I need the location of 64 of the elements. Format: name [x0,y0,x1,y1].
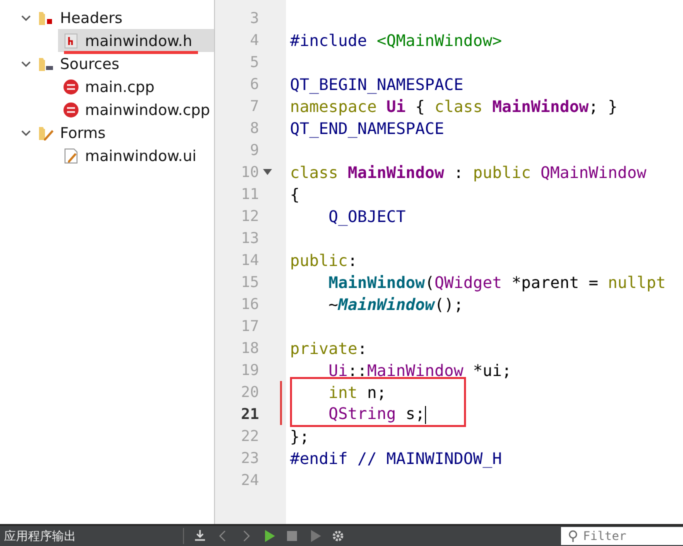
code-line: private: [290,338,368,358]
folder-label[interactable]: Headers [60,8,122,26]
folder-icon [38,10,54,26]
line-number: 24 [240,471,259,489]
line-number: 4 [248,31,259,49]
line-number: 12 [240,207,259,225]
line-number: 5 [248,53,259,71]
line-number: 22 [240,427,259,445]
line-number: 21 [240,405,259,423]
line-number: 13 [240,229,259,247]
folder-label[interactable]: Sources [60,54,120,72]
stop-icon[interactable] [285,529,299,543]
download-icon[interactable] [193,529,207,543]
text-cursor [424,406,426,424]
line-number: 6 [248,75,259,93]
code-line: { [290,184,300,204]
pane-title: 应用程序输出 [4,528,77,544]
line-number: 14 [240,251,259,269]
line-number: 19 [240,361,259,379]
code-line: namespace Ui { class MainWindow; } [290,96,618,116]
file-label: main.cpp [85,78,155,96]
file-label: mainwindow.cpp [85,100,210,118]
filter-field[interactable]: Filter [561,527,683,545]
code-line: class MainWindow : public QMainWindow [290,162,646,182]
line-number: 9 [248,141,259,159]
file-item[interactable]: mainwindow.cpp [0,98,214,121]
code-line: }; [290,426,310,446]
line-number: 10 [240,163,259,181]
line-number: 11 [240,185,259,203]
folder-label[interactable]: Forms [60,124,106,142]
folder-icon [38,56,54,72]
file-label: mainwindow.h [85,32,192,50]
file-item[interactable]: mainwindow.h [58,29,214,52]
line-number: 3 [248,9,259,27]
code-line: int n; [328,382,386,402]
folder-pencil-icon [38,124,54,140]
file-item[interactable]: mainwindow.ui [0,144,214,167]
line-number: 16 [240,295,259,313]
file-item[interactable]: main.cpp [0,75,214,98]
line-number: 7 [248,97,259,115]
code-line: Q_OBJECT [328,206,406,226]
line-number: 8 [248,119,259,137]
line-number: 23 [240,449,259,467]
play-icon[interactable] [262,529,276,543]
settings-icon[interactable] [331,529,345,543]
code-line: MainWindow(QWidget *parent = nullpt [328,272,666,292]
line-number: 18 [240,339,259,357]
code-line: public: [290,250,358,270]
code-line: #include <QMainWindow> [290,30,502,50]
file-label: mainwindow.ui [85,146,196,164]
ui-file-icon [63,148,79,164]
line-number: 15 [240,273,259,291]
search-icon [567,530,579,542]
fold-triangle-icon[interactable] [262,169,272,175]
code-line: ~MainWindow(); [328,294,464,314]
code-line: #endif // MAINWINDOW_H [290,448,502,468]
header-file-icon [63,32,79,48]
line-number: 20 [240,383,259,401]
cpp-file-icon [63,102,79,118]
code-line: QT_END_NAMESPACE [290,118,444,138]
cpp-file-icon [63,78,79,94]
line-number: 17 [240,317,259,335]
code-line: QT_BEGIN_NAMESPACE [290,74,464,94]
code-line: Ui::MainWindow *ui; [328,360,512,380]
